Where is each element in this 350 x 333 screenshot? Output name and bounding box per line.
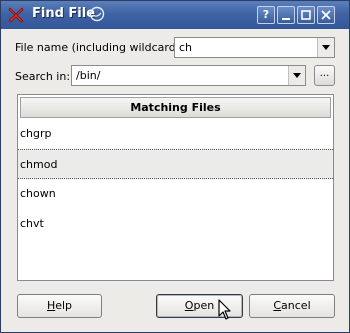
maximize-button[interactable] [297,6,315,24]
list-item-label: chvt [20,217,44,230]
find-file-dialog: Find File ? File name (including wildcar… [0,0,350,333]
list-header[interactable]: Matching Files [20,97,331,118]
list-item[interactable]: chvt [18,209,333,239]
close-icon [321,10,331,20]
close-button[interactable] [317,6,335,24]
title-bar[interactable]: Find File ? [1,1,349,29]
red-x-icon[interactable] [7,6,25,24]
list-item[interactable]: chown [18,179,333,209]
list-item-label: chgrp [20,127,52,140]
browse-button[interactable]: ... [314,65,335,86]
search-in-input[interactable]: /bin/ [76,69,100,82]
chevron-down-icon [322,45,330,50]
maximize-icon [301,10,311,20]
window-title: Find File [32,6,96,21]
filename-dropdown-button[interactable] [317,38,334,57]
help-button[interactable]: Help [17,294,102,318]
list-item-label: chown [20,187,56,200]
mouse-cursor-icon [218,299,231,320]
search-in-dropdown-button[interactable] [288,66,305,85]
filename-input[interactable]: ch [179,41,192,54]
search-in-combobox[interactable]: /bin/ [71,65,306,86]
filename-label: File name (including wildcards): [15,41,190,54]
filename-combobox[interactable]: ch [174,37,335,58]
list-item-selected[interactable]: chmod [18,149,333,179]
help-icon: ? [262,8,270,21]
list-item-label: chmod [20,158,58,171]
chevron-down-icon [293,73,301,78]
minimize-button[interactable] [277,6,295,24]
moon-icon [89,6,105,22]
cancel-button[interactable]: Cancel [249,294,335,318]
list-item[interactable]: chgrp [18,119,333,149]
help-title-button[interactable]: ? [257,6,275,24]
minimize-icon [282,18,290,20]
search-in-label: Search in: [15,70,71,83]
matching-files-list[interactable]: Matching Files chgrp chmod chown chvt [17,94,334,281]
